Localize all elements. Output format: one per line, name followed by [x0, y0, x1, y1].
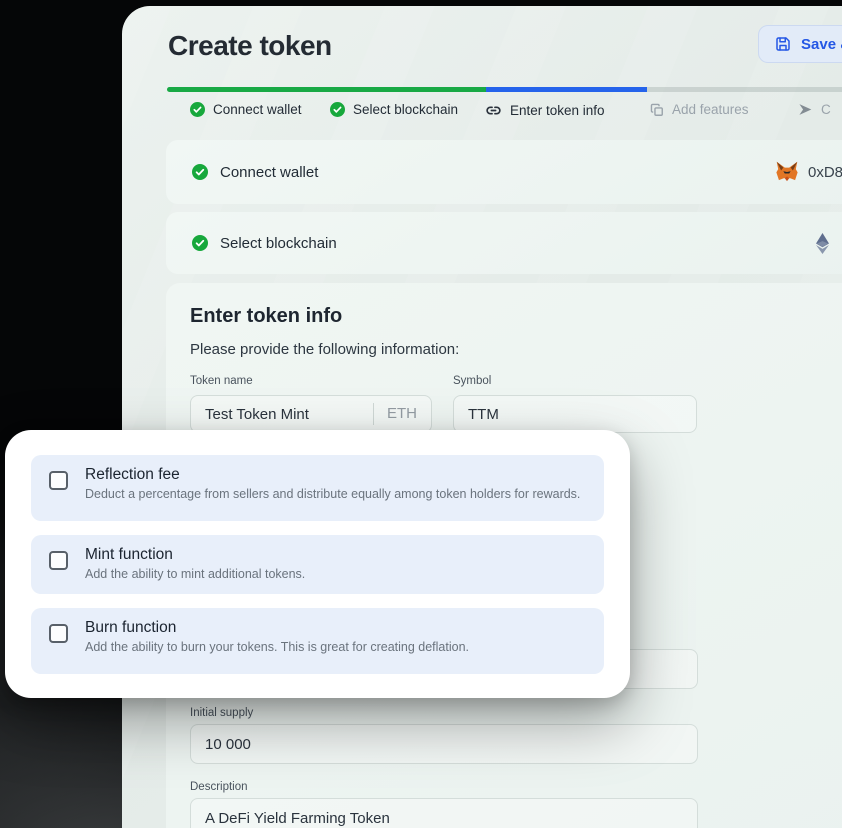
- ethereum-icon: [816, 233, 829, 254]
- initial-supply-label: Initial supply: [190, 707, 253, 719]
- step-add-features[interactable]: Add features: [650, 102, 749, 117]
- progress-segment-active: [486, 87, 647, 92]
- token-name-suffix: ETH: [373, 403, 417, 425]
- copy-icon: [650, 103, 664, 117]
- step-connect-wallet[interactable]: Connect wallet: [190, 102, 302, 117]
- arrow-right-icon: [798, 102, 813, 117]
- initial-supply-value: 10 000: [205, 736, 251, 753]
- option-title: Mint function: [85, 546, 305, 564]
- token-name-label: Token name: [190, 375, 253, 387]
- accordion-connect-wallet[interactable]: Connect wallet 0xD8: [166, 140, 842, 204]
- option-description: Deduct a percentage from sellers and dis…: [85, 487, 580, 501]
- metamask-fox-icon: [775, 161, 799, 183]
- step-enter-token-info[interactable]: Enter token info: [485, 102, 605, 119]
- mint-function-checkbox[interactable]: [49, 551, 68, 570]
- option-description: Add the ability to mint additional token…: [85, 567, 305, 581]
- save-button-label: Save &: [801, 36, 842, 53]
- check-circle-icon: [330, 102, 345, 117]
- step-select-blockchain[interactable]: Select blockchain: [330, 102, 458, 117]
- accordion-select-blockchain[interactable]: Select blockchain: [166, 212, 842, 274]
- initial-supply-input[interactable]: 10 000: [190, 724, 698, 764]
- step-label: C: [821, 102, 831, 117]
- progress-bar: [167, 87, 842, 92]
- description-label: Description: [190, 781, 248, 793]
- burn-function-checkbox[interactable]: [49, 624, 68, 643]
- add-features-popover: Reflection fee Deduct a percentage from …: [5, 430, 630, 698]
- accordion-label: Connect wallet: [220, 164, 318, 181]
- symbol-label: Symbol: [453, 375, 491, 387]
- progress-segment-done: [167, 87, 486, 92]
- app-background: Create token Save & Connect wallet: [0, 0, 842, 828]
- token-name-input[interactable]: Test Token Mint ETH: [190, 395, 432, 433]
- step-confirm[interactable]: C: [798, 102, 831, 117]
- option-description: Add the ability to burn your tokens. Thi…: [85, 640, 469, 654]
- description-input[interactable]: A DeFi Yield Farming Token: [190, 798, 698, 828]
- symbol-input[interactable]: TTM: [453, 395, 697, 433]
- step-label: Enter token info: [510, 103, 605, 118]
- option-reflection-fee[interactable]: Reflection fee Deduct a percentage from …: [31, 455, 604, 521]
- stepper: Connect wallet Select blockchain Enter t…: [122, 102, 842, 126]
- link-icon: [485, 102, 502, 119]
- symbol-value: TTM: [468, 406, 499, 423]
- section-subheading: Please provide the following information…: [190, 341, 459, 358]
- save-button[interactable]: Save &: [758, 25, 842, 63]
- wallet-address: 0xD8: [808, 164, 842, 181]
- check-circle-icon: [192, 235, 208, 251]
- save-floppy-icon: [774, 35, 792, 53]
- token-name-value: Test Token Mint: [205, 406, 309, 423]
- progress-segment-remaining: [647, 87, 842, 92]
- step-label: Select blockchain: [353, 102, 458, 117]
- option-burn-function[interactable]: Burn function Add the ability to burn yo…: [31, 608, 604, 674]
- page-title: Create token: [168, 30, 332, 62]
- step-label: Add features: [672, 102, 749, 117]
- option-mint-function[interactable]: Mint function Add the ability to mint ad…: [31, 535, 604, 594]
- option-title: Burn function: [85, 619, 469, 637]
- step-label: Connect wallet: [213, 102, 302, 117]
- accordion-label: Select blockchain: [220, 235, 337, 252]
- check-circle-icon: [192, 164, 208, 180]
- reflection-fee-checkbox[interactable]: [49, 471, 68, 490]
- section-heading: Enter token info: [190, 305, 342, 328]
- option-title: Reflection fee: [85, 466, 580, 484]
- check-circle-icon: [190, 102, 205, 117]
- create-token-panel: Create token Save & Connect wallet: [122, 6, 842, 828]
- description-value: A DeFi Yield Farming Token: [205, 810, 390, 827]
